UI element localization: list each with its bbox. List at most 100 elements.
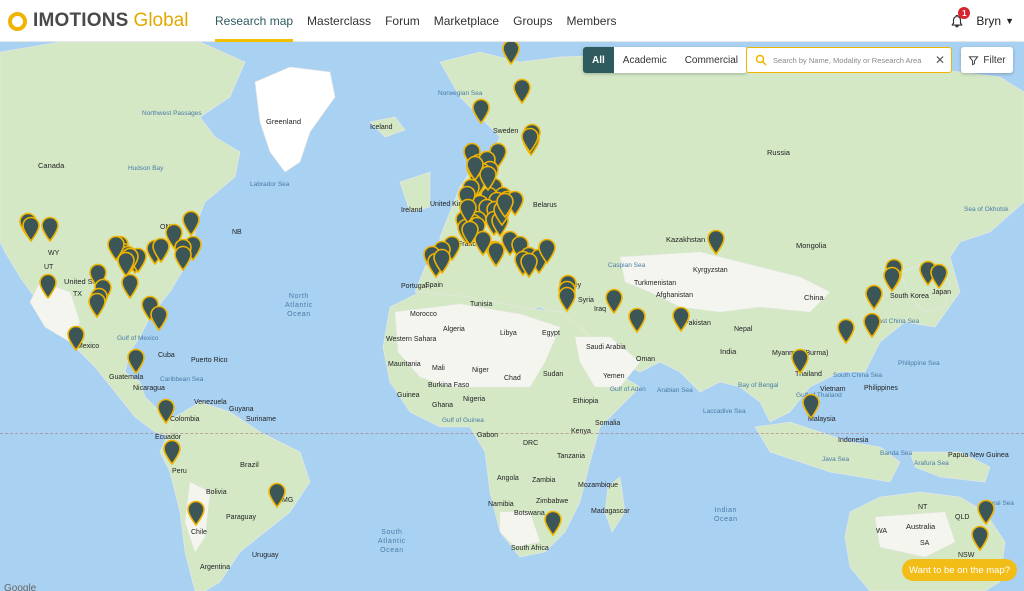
research-location-pin-icon[interactable] [520,127,540,154]
map-label-norwegian-sea: Norwegian Sea [438,90,483,97]
research-location-pin-icon[interactable] [478,165,498,192]
research-location-pin-icon[interactable] [836,318,856,345]
research-location-pin-icon[interactable] [970,525,990,552]
brand-logo[interactable]: IMOTIONS Global [8,8,188,34]
map-label-ireland: Ireland [401,207,423,214]
map-label-northwest-passages: Northwest Passages [142,110,202,117]
research-location-pin-icon[interactable] [460,220,480,247]
map-label-nicaragua: Nicaragua [133,385,165,392]
map-label-afghanistan: Afghanistan [656,292,693,299]
map-label-spain: Spain [425,282,443,289]
map-label-kyrgyzstan: Kyrgyzstan [693,267,728,274]
research-location-pin-icon[interactable] [66,325,86,352]
research-location-pin-icon[interactable] [976,499,996,526]
map-label-libya: Libya [500,330,517,337]
map-label-mauritania: Mauritania [388,361,421,368]
research-location-pin-icon[interactable] [471,98,491,125]
map-label-portugal: Portugal [401,283,428,290]
search-input[interactable] [773,55,933,65]
research-location-pin-icon[interactable] [557,286,577,313]
map-label-angola: Angola [497,475,519,482]
want-to-be-on-map-button[interactable]: Want to be on the map? [902,559,1017,581]
research-location-pin-icon[interactable] [149,305,169,332]
map-label-tunisia: Tunisia [470,301,493,308]
map-label-syria: Syria [578,297,594,304]
research-location-pin-icon[interactable] [519,252,539,279]
map-label-belarus: Belarus [533,202,557,209]
research-location-pin-icon[interactable] [501,42,521,66]
research-location-pin-icon[interactable] [40,216,60,243]
map-label-wy: WY [48,250,60,257]
research-location-pin-icon[interactable] [87,292,107,319]
research-location-pin-icon[interactable] [537,238,557,265]
user-name[interactable]: Bryn [976,14,1001,28]
nav-members[interactable]: Members [559,0,623,42]
map-label-morocco: Morocco [410,311,437,318]
research-location-pin-icon[interactable] [38,273,58,300]
funnel-icon [968,55,979,65]
filter-button[interactable]: Filter [961,47,1013,73]
research-location-pin-icon[interactable] [929,263,949,290]
map-label-nt: NT [918,504,928,511]
research-location-pin-icon[interactable] [116,251,136,278]
research-location-pin-icon[interactable] [186,500,206,527]
map-label-china: China [804,293,824,302]
map-label-laccadive-sea: Laccadive Sea [703,408,746,415]
research-location-pin-icon[interactable] [512,78,532,105]
user-area: 1 Bryn ▼ [950,0,1014,42]
map-label-ethiopia: Ethiopia [573,398,599,405]
map-label-japan: Japan [932,289,952,296]
map-label-egypt: Egypt [542,330,560,337]
research-location-pin-icon[interactable] [432,248,452,275]
research-location-pin-icon[interactable] [162,439,182,466]
nav-masterclass[interactable]: Masterclass [300,0,378,42]
research-location-pin-icon[interactable] [181,210,201,237]
map-label-argentina: Argentina [200,564,230,571]
map-label-cuba: Cuba [158,352,175,359]
research-location-pin-icon[interactable] [627,307,647,334]
map-label-brazil: Brazil [240,460,259,469]
research-location-pin-icon[interactable] [156,398,176,425]
map-label-mali: Mali [432,365,445,372]
research-map[interactable]: Greenland Iceland Canada Northwest Passages… [0,42,1024,591]
nav-research-map[interactable]: Research map [208,0,300,42]
map-label-canada: Canada [38,161,65,170]
research-location-pin-icon[interactable] [21,216,41,243]
research-location-pin-icon[interactable] [173,245,193,272]
research-location-pin-icon[interactable] [801,393,821,420]
research-location-pin-icon[interactable] [864,284,884,311]
map-label-gabon: Gabon [477,432,499,439]
brand-name: IMOTIONS [33,10,129,31]
research-location-pin-icon[interactable] [862,312,882,339]
map-label-java-sea: Java Sea [822,456,850,463]
clear-search-icon[interactable]: ✕ [935,53,945,67]
map-label-gulf-of-guinea: Gulf of Guinea [442,417,484,424]
research-location-pin-icon[interactable] [604,288,624,315]
map-label-sweden: Sweden [493,128,519,135]
nav-marketplace[interactable]: Marketplace [427,0,506,42]
research-location-pin-icon[interactable] [543,510,563,537]
map-label-wa: WA [876,528,888,535]
map-label-ghana: Ghana [432,402,454,409]
research-location-pin-icon[interactable] [126,348,146,375]
nav-groups[interactable]: Groups [506,0,559,42]
research-location-pin-icon[interactable] [790,348,810,375]
research-location-pin-icon[interactable] [882,266,902,293]
research-location-pin-icon[interactable] [495,192,515,219]
top-navigation-bar: IMOTIONS Global Research map Masterclass… [0,0,1024,42]
map-label-guatemala: Guatemala [109,374,144,381]
research-location-pin-icon[interactable] [671,306,691,333]
map-label-bay-of-bengal: Bay of Bengal [738,382,779,389]
nav-forum[interactable]: Forum [378,0,427,42]
research-location-pin-icon[interactable] [267,482,287,509]
research-location-pin-icon[interactable] [486,241,506,268]
map-label-western-sahara: Western Sahara [386,336,437,343]
user-menu-caret-icon[interactable]: ▼ [1005,16,1014,26]
filter-all[interactable]: All [583,47,614,73]
filter-commercial[interactable]: Commercial [676,47,747,73]
map-label-india: India [720,347,737,356]
map-label-qld: QLD [955,514,970,521]
research-location-pin-icon[interactable] [706,229,726,256]
notifications-bell-icon[interactable]: 1 [950,7,971,28]
filter-academic[interactable]: Academic [614,47,676,73]
